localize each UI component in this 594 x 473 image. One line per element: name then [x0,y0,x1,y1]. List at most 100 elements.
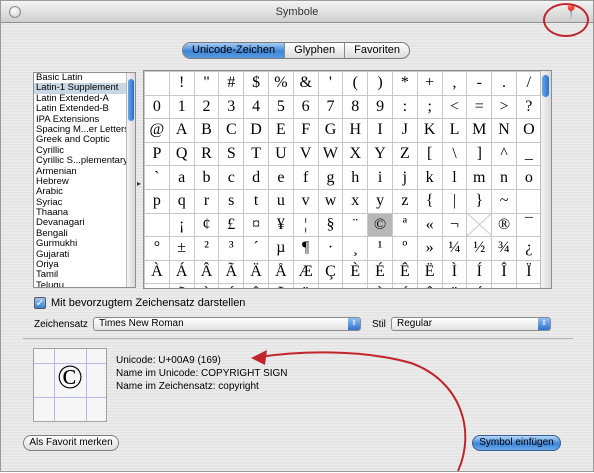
glyph-cell[interactable]: i [367,165,393,190]
glyph-cell[interactable]: u [267,188,294,214]
glyph-cell[interactable]: k [416,165,443,190]
glyph-cell[interactable]: T [243,141,269,167]
preferred-font-checkbox[interactable]: ✓ [34,297,46,309]
glyph-cell[interactable]: H [342,118,369,143]
glyph-cell[interactable]: Q [168,141,195,167]
block-list-item[interactable]: Bengali [34,229,135,239]
glyph-cell[interactable]: 6 [292,94,319,120]
glyph-cell[interactable]: ¸ [342,236,369,261]
glyph-cell[interactable]: L [441,118,468,143]
glyph-cell[interactable]: v [292,188,319,214]
glyph-cell[interactable]: + [416,71,443,96]
glyph-cell[interactable]: E [267,118,294,143]
glyph-cell[interactable]: Ð [144,283,170,288]
glyph-cell[interactable]: , [441,71,468,96]
glyph-cell[interactable]: ? [515,94,542,120]
glyph-cell[interactable]: Î [491,259,517,285]
glyph-cell[interactable]: o [515,165,542,190]
block-list-item[interactable]: Telugu [34,281,135,287]
glyph-cell[interactable]: ¾ [491,236,517,261]
glyph-cell[interactable]: W [317,141,344,167]
glyph-cell[interactable]: I [367,118,393,143]
glyph-cell[interactable]: t [243,188,269,214]
glyph-cell[interactable]: ® [491,212,517,238]
glyph-cell[interactable]: { [416,188,443,214]
glyph-cell[interactable]: - [466,71,493,96]
glyph-cell[interactable]: ½ [466,236,493,261]
glyph-cell[interactable]: Ù [367,283,393,288]
splitter-handle-icon[interactable]: ▸ [137,179,141,188]
glyph-cell[interactable]: . [491,71,517,96]
glyph-cell[interactable]: * [391,71,418,96]
glyph-cell[interactable]: Ó [218,283,245,288]
glyph-cell[interactable]: | [441,188,468,214]
block-list-item[interactable]: Gurmukhi [34,239,135,249]
glyph-cell[interactable]: q [168,188,195,214]
glyph-cell[interactable]: Ë [416,259,443,285]
glyph-cell[interactable]: Ú [391,283,418,288]
glyph-cell[interactable]: £ [218,212,245,238]
glyph-cell[interactable]: a [168,165,195,190]
glyph-cell[interactable]: > [491,94,517,120]
tab-favorites[interactable]: Favoriten [345,43,409,58]
glyph-cell[interactable]: ³ [218,236,245,261]
glyph-cell[interactable]: ! [168,71,195,96]
glyph-cell[interactable]: ¶ [292,236,319,261]
glyph-cell[interactable]: ' [317,71,344,96]
glyph-cell[interactable]: / [515,71,542,96]
glyph-cell[interactable]: ¥ [267,212,294,238]
glyph-cell[interactable]: : [391,94,418,120]
glyph-cell[interactable]: ¬ [441,212,468,238]
glyph-cell[interactable]: Ü [441,283,468,288]
glyph-cell[interactable]: § [317,212,344,238]
block-list-item[interactable]: Latin-1 Supplement [34,83,135,94]
glyph-cell[interactable]: ] [466,141,493,167]
glyph-cell[interactable]: Ö [292,283,319,288]
glyph-cell[interactable]: Ñ [168,283,195,288]
glyph-cell[interactable]: F [292,118,319,143]
glyph-cell[interactable]: w [317,188,344,214]
glyph-cell[interactable]: · [317,236,344,261]
glyph-cell[interactable]: M [466,118,493,143]
glyph-cell[interactable]: B [193,118,220,143]
style-popup[interactable]: Regular ⇕ [391,317,551,331]
glyph-cell[interactable]: O [515,118,542,143]
glyph-cell[interactable]: 7 [317,94,344,120]
glyph-cell[interactable]: Ï [515,259,542,285]
glyph-cell[interactable]: s [218,188,245,214]
glyph-cell[interactable]: 2 [193,94,220,120]
glyph-cell[interactable]: h [342,165,369,190]
glyph-cell[interactable]: N [491,118,517,143]
glyph-grid-scrollbar[interactable] [540,71,551,288]
glyph-cell[interactable]: % [267,71,294,96]
glyph-cell[interactable]: Y [367,141,393,167]
glyph-cell[interactable]: ´ [243,236,269,261]
glyph-cell[interactable]: ) [367,71,393,96]
glyph-cell[interactable]: Z [391,141,418,167]
block-list-item[interactable]: Basic Latin [34,73,135,83]
glyph-cell[interactable] [466,212,493,238]
glyph-cell[interactable]: Ý [466,283,493,288]
glyph-cell[interactable]: z [391,188,418,214]
glyph-cell[interactable]: ± [168,236,195,261]
glyph-cell[interactable]: = [466,94,493,120]
title-bar[interactable]: Symbole 📍 [1,1,593,23]
block-list-item[interactable]: Spacing M...er Letters [34,125,135,135]
preferred-font-option[interactable]: ✓ Mit bevorzugtem Zeichensatz darstellen [34,297,245,309]
block-list-scroll-thumb[interactable] [128,79,134,121]
glyph-cell[interactable]: $ [243,71,269,96]
glyph-cell[interactable]: É [367,259,393,285]
block-list-item[interactable]: Latin Extended-B [34,104,135,114]
glyph-cell[interactable]: 1 [168,94,195,120]
block-list-item[interactable]: Arabic [34,187,135,197]
glyph-cell[interactable]: ^ [491,141,517,167]
glyph-cell[interactable]: ¤ [243,212,269,238]
glyph-cell[interactable]: @ [144,118,170,143]
glyph-cell[interactable]: Ä [243,259,269,285]
glyph-cell[interactable]: j [391,165,418,190]
block-list-item[interactable]: Armenian [34,167,135,177]
glyph-cell[interactable]: n [491,165,517,190]
glyph-cell[interactable]: Ò [193,283,220,288]
glyph-cell[interactable]: ° [144,236,170,261]
glyph-cell[interactable]: Ô [243,283,269,288]
